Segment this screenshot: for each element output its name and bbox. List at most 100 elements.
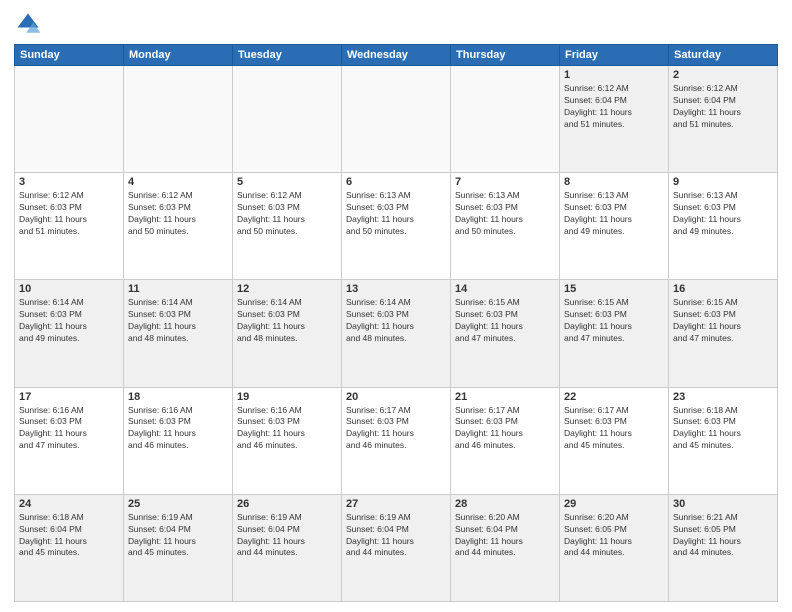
day-number: 12 [237,283,337,295]
day-number: 30 [673,498,773,510]
calendar-cell: 27Sunrise: 6:19 AM Sunset: 6:04 PM Dayli… [342,494,451,601]
day-info: Sunrise: 6:12 AM Sunset: 6:04 PM Dayligh… [564,83,664,131]
calendar-cell: 19 Sunrise: 6:16 AM Sunset: 6:03 PM Dayli… [233,387,342,494]
day-number: 8 [564,176,664,188]
day-number: 10 [19,283,119,295]
calendar-cell: 16 Sunrise: 6:15 AM Sunset: 6:03 PM Dayli… [669,280,778,387]
weekday-header-row: SundayMondayTuesdayWednesdayThursdayFrid… [15,45,778,66]
day-info: Sunrise: 6:18 AM Sunset: 6:04 PM Dayligh… [19,512,119,560]
day-info: Sunrise: 6:17 AM Sunset: 6:03 PM Dayligh… [564,405,664,453]
day-info: Sunrise: 6:13 AM Sunset: 6:03 PM Dayligh… [346,190,446,238]
calendar-cell: 21 Sunrise: 6:17 AM Sunset: 6:03 PM Dayli… [451,387,560,494]
weekday-header-wednesday: Wednesday [342,45,451,66]
day-number: 6 [346,176,446,188]
day-info: Sunrise: 6:16 AM Sunset: 6:03 PM Dayligh… [19,405,119,453]
day-info: Sunrise: 6:15 AM Sunset: 6:03 PM Dayligh… [455,297,555,345]
day-info: Sunrise: 6:15 AM Sunset: 6:03 PM Dayligh… [564,297,664,345]
day-number: 19 [237,391,337,403]
page: SundayMondayTuesdayWednesdayThursdayFrid… [0,0,792,612]
week-row-3: 17 Sunrise: 6:16 AM Sunset: 6:03 PM Dayli… [15,387,778,494]
calendar-cell: 8 Sunrise: 6:13 AM Sunset: 6:03 PM Daylig… [560,173,669,280]
calendar-cell [15,66,124,173]
day-info: Sunrise: 6:14 AM Sunset: 6:03 PM Dayligh… [19,297,119,345]
day-number: 21 [455,391,555,403]
day-info: Sunrise: 6:16 AM Sunset: 6:03 PM Dayligh… [128,405,228,453]
day-info: Sunrise: 6:18 AM Sunset: 6:03 PM Dayligh… [673,405,773,453]
day-info: Sunrise: 6:16 AM Sunset: 6:03 PM Dayligh… [237,405,337,453]
day-info: Sunrise: 6:17 AM Sunset: 6:03 PM Dayligh… [346,405,446,453]
calendar-cell: 26Sunrise: 6:19 AM Sunset: 6:04 PM Dayli… [233,494,342,601]
day-number: 29 [564,498,664,510]
calendar-cell: 22 Sunrise: 6:17 AM Sunset: 6:03 PM Dayli… [560,387,669,494]
logo [14,10,46,38]
day-number: 28 [455,498,555,510]
calendar-cell: 29 Sunrise: 6:20 AM Sunset: 6:05 PM Dayli… [560,494,669,601]
calendar-cell [233,66,342,173]
day-info: Sunrise: 6:20 AM Sunset: 6:04 PM Dayligh… [455,512,555,560]
day-info: Sunrise: 6:14 AM Sunset: 6:03 PM Dayligh… [128,297,228,345]
day-info: Sunrise: 6:12 AM Sunset: 6:03 PM Dayligh… [19,190,119,238]
day-number: 3 [19,176,119,188]
calendar-cell: 6 Sunrise: 6:13 AM Sunset: 6:03 PM Daylig… [342,173,451,280]
day-number: 9 [673,176,773,188]
day-info: Sunrise: 6:13 AM Sunset: 6:03 PM Dayligh… [673,190,773,238]
weekday-header-saturday: Saturday [669,45,778,66]
calendar-cell: 4 Sunrise: 6:12 AM Sunset: 6:03 PM Daylig… [124,173,233,280]
day-number: 5 [237,176,337,188]
calendar-cell: 13 Sunrise: 6:14 AM Sunset: 6:03 PM Dayli… [342,280,451,387]
weekday-header-sunday: Sunday [15,45,124,66]
calendar-cell: 9 Sunrise: 6:13 AM Sunset: 6:03 PM Daylig… [669,173,778,280]
week-row-0: 1 Sunrise: 6:12 AM Sunset: 6:04 PM Daylig… [15,66,778,173]
calendar-body: 1 Sunrise: 6:12 AM Sunset: 6:04 PM Daylig… [15,66,778,602]
day-info: Sunrise: 6:12 AM Sunset: 6:03 PM Dayligh… [128,190,228,238]
calendar-cell: 28 Sunrise: 6:20 AM Sunset: 6:04 PM Dayli… [451,494,560,601]
day-number: 4 [128,176,228,188]
week-row-1: 3 Sunrise: 6:12 AM Sunset: 6:03 PM Daylig… [15,173,778,280]
day-info: Sunrise: 6:19 AM Sunset: 6:04 PM Dayligh… [346,512,446,560]
day-number: 26 [237,498,337,510]
day-number: 22 [564,391,664,403]
day-number: 13 [346,283,446,295]
calendar-cell [342,66,451,173]
calendar-cell: 30Sunrise: 6:21 AM Sunset: 6:05 PM Dayli… [669,494,778,601]
header [14,10,778,38]
calendar-cell [124,66,233,173]
day-info: Sunrise: 6:20 AM Sunset: 6:05 PM Dayligh… [564,512,664,560]
calendar-cell: 15 Sunrise: 6:15 AM Sunset: 6:03 PM Dayli… [560,280,669,387]
calendar-cell: 20 Sunrise: 6:17 AM Sunset: 6:03 PM Dayli… [342,387,451,494]
day-number: 11 [128,283,228,295]
day-number: 20 [346,391,446,403]
day-number: 14 [455,283,555,295]
calendar-cell: 25 Sunrise: 6:19 AM Sunset: 6:04 PM Dayli… [124,494,233,601]
day-number: 17 [19,391,119,403]
calendar-cell: 12 Sunrise: 6:14 AM Sunset: 6:03 PM Dayli… [233,280,342,387]
day-info: Sunrise: 6:14 AM Sunset: 6:03 PM Dayligh… [346,297,446,345]
calendar-cell [451,66,560,173]
calendar-cell: 3 Sunrise: 6:12 AM Sunset: 6:03 PM Daylig… [15,173,124,280]
day-info: Sunrise: 6:15 AM Sunset: 6:03 PM Dayligh… [673,297,773,345]
week-row-2: 10 Sunrise: 6:14 AM Sunset: 6:03 PM Dayli… [15,280,778,387]
calendar-cell: 18Sunrise: 6:16 AM Sunset: 6:03 PM Dayli… [124,387,233,494]
day-number: 15 [564,283,664,295]
logo-icon [14,10,42,38]
day-number: 16 [673,283,773,295]
day-number: 23 [673,391,773,403]
calendar-cell: 7Sunrise: 6:13 AM Sunset: 6:03 PM Daylig… [451,173,560,280]
day-info: Sunrise: 6:19 AM Sunset: 6:04 PM Dayligh… [128,512,228,560]
calendar-cell: 2 Sunrise: 6:12 AM Sunset: 6:04 PM Daylig… [669,66,778,173]
day-info: Sunrise: 6:12 AM Sunset: 6:04 PM Dayligh… [673,83,773,131]
calendar-cell: 10 Sunrise: 6:14 AM Sunset: 6:03 PM Dayli… [15,280,124,387]
day-number: 25 [128,498,228,510]
weekday-header-friday: Friday [560,45,669,66]
day-number: 2 [673,69,773,81]
day-number: 1 [564,69,664,81]
day-info: Sunrise: 6:17 AM Sunset: 6:03 PM Dayligh… [455,405,555,453]
calendar-cell: 1 Sunrise: 6:12 AM Sunset: 6:04 PM Daylig… [560,66,669,173]
day-info: Sunrise: 6:13 AM Sunset: 6:03 PM Dayligh… [455,190,555,238]
day-info: Sunrise: 6:14 AM Sunset: 6:03 PM Dayligh… [237,297,337,345]
day-info: Sunrise: 6:13 AM Sunset: 6:03 PM Dayligh… [564,190,664,238]
week-row-4: 24 Sunrise: 6:18 AM Sunset: 6:04 PM Dayli… [15,494,778,601]
day-number: 24 [19,498,119,510]
calendar-cell: 17 Sunrise: 6:16 AM Sunset: 6:03 PM Dayli… [15,387,124,494]
weekday-header-tuesday: Tuesday [233,45,342,66]
